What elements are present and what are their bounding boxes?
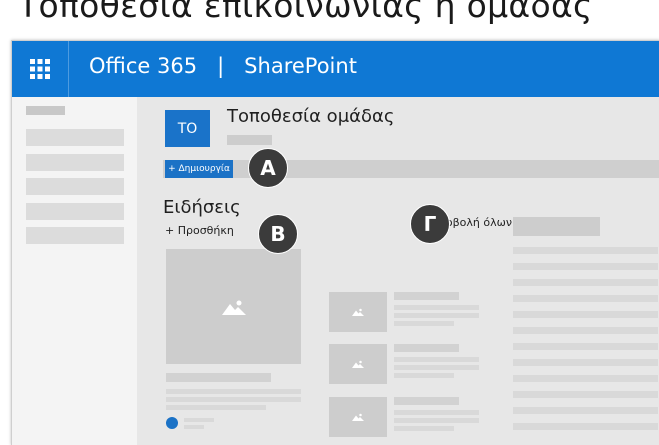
suite-title[interactable]: Office 365 | SharePoint (89, 54, 357, 78)
left-navigation (12, 97, 137, 445)
hero-news-text (166, 405, 266, 410)
activity-line (513, 279, 658, 286)
image-placeholder-icon (352, 360, 364, 368)
news-item-text (394, 305, 479, 310)
activity-line (513, 295, 658, 302)
site-logo[interactable]: ΤΟ (165, 110, 210, 147)
news-item-title[interactable] (394, 292, 459, 300)
nav-item[interactable] (26, 129, 124, 146)
image-placeholder-icon (221, 300, 246, 315)
callout-b: B (258, 214, 298, 254)
new-button[interactable]: + Δημιουργία (165, 160, 233, 178)
waffle-grid-icon (30, 59, 50, 79)
news-item-title[interactable] (394, 344, 459, 352)
news-item-text (394, 321, 454, 326)
news-title: Ειδήσεις (163, 197, 241, 218)
activity-line (513, 311, 658, 318)
hero-news-text (166, 389, 301, 394)
hero-news-image[interactable] (166, 249, 301, 364)
suite-bar: Office 365 | SharePoint (12, 41, 659, 97)
image-placeholder-icon (352, 413, 364, 421)
nav-item[interactable] (26, 154, 124, 171)
activity-line (513, 391, 658, 398)
news-item-title[interactable] (394, 397, 459, 405)
person-icon[interactable] (166, 417, 178, 429)
news-item-thumbnail[interactable] (329, 344, 387, 384)
activity-header (513, 217, 600, 236)
nav-item-header[interactable] (26, 106, 65, 115)
activity-line (513, 423, 658, 430)
nav-item[interactable] (26, 178, 124, 195)
news-item-thumbnail[interactable] (329, 292, 387, 332)
activity-line (513, 375, 658, 382)
hero-news-title (166, 373, 271, 382)
news-item-text (394, 418, 479, 423)
main-content: ΤΟ Τοποθεσία ομάδας + Δημιουργία Ειδήσει… (137, 97, 659, 445)
news-item-text (394, 357, 479, 362)
news-item-text (394, 410, 479, 415)
news-item-thumbnail[interactable] (329, 397, 387, 437)
suite-divider (68, 41, 69, 97)
app-launcher-button[interactable] (12, 41, 68, 97)
activity-line (513, 327, 658, 334)
add-news-link[interactable]: + Προσθήκη (165, 224, 234, 237)
hero-news-text (166, 397, 301, 402)
news-item-text (394, 426, 454, 431)
command-bar (163, 160, 659, 178)
callout-a: A (248, 148, 288, 188)
author-date (184, 425, 204, 429)
activity-line (513, 263, 658, 270)
page-heading: Τοποθεσία επικοινωνίας ή ομάδας (18, 0, 593, 25)
news-item-text (394, 373, 454, 378)
content-area: ΤΟ Τοποθεσία ομάδας + Δημιουργία Ειδήσει… (12, 97, 659, 445)
callout-c: Γ (410, 204, 450, 244)
sharepoint-window: Office 365 | SharePoint ΤΟ Τοποθεσία ομά… (11, 40, 659, 445)
author-name (184, 418, 214, 422)
nav-item[interactable] (26, 203, 124, 220)
news-item-text (394, 313, 479, 318)
site-subtitle-placeholder (227, 135, 272, 145)
nav-item[interactable] (26, 227, 124, 244)
activity-line (513, 407, 658, 414)
image-placeholder-icon (352, 308, 364, 316)
activity-line (513, 247, 658, 254)
news-item-text (394, 365, 479, 370)
site-title[interactable]: Τοποθεσία ομάδας (227, 106, 394, 127)
activity-line (513, 359, 658, 366)
activity-line (513, 343, 658, 350)
